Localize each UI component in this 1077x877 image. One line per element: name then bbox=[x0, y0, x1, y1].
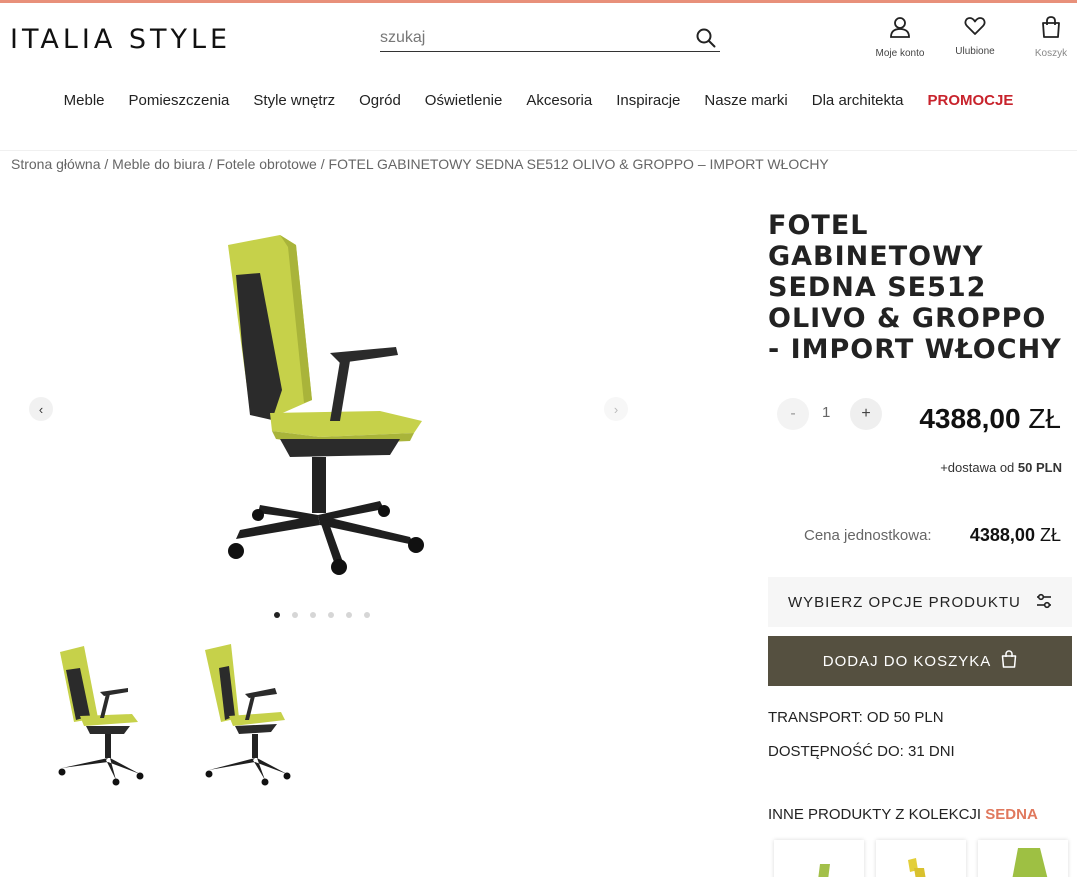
price-amount: 4388,00 bbox=[919, 403, 1021, 434]
nav-item-meble[interactable]: Meble bbox=[52, 92, 117, 109]
delivery-prefix: +dostawa od bbox=[940, 460, 1015, 475]
unit-price-label: Cena jednostkowa: bbox=[804, 527, 932, 544]
unit-price: 4388,00 ZŁ bbox=[970, 525, 1061, 546]
gallery-dot[interactable] bbox=[346, 612, 352, 618]
collection-heading: INNE PRODUKTY Z KOLEKCJI SEDNA bbox=[768, 806, 1038, 823]
gallery-dot[interactable] bbox=[292, 612, 298, 618]
gallery-pagination bbox=[274, 612, 370, 618]
cart-link[interactable]: Koszyk bbox=[1016, 16, 1077, 59]
collection-product-image bbox=[1012, 848, 1048, 877]
nav-item-pomieszczenia[interactable]: Pomieszczenia bbox=[117, 92, 242, 109]
cart-label: Koszyk bbox=[1034, 48, 1068, 59]
gallery-dot[interactable] bbox=[310, 612, 316, 618]
delivery-info: +dostawa od 50 PLN bbox=[940, 460, 1062, 475]
favorites-label: Ulubione bbox=[955, 46, 995, 57]
price-currency: ZŁ bbox=[1028, 403, 1061, 434]
nav-item-inspiracje[interactable]: Inspiracje bbox=[604, 92, 692, 109]
product-title: FOTEL GABINETOWY SEDNA SE512 OLIVO & GRO… bbox=[768, 210, 1062, 365]
account-label: Moje konto bbox=[875, 48, 925, 59]
user-icon bbox=[889, 17, 911, 42]
collection-product-image bbox=[818, 864, 830, 877]
add-to-cart-label: DODAJ DO KOSZYKA bbox=[822, 652, 992, 670]
collection-heading-prefix: INNE PRODUKTY Z KOLEKCJI bbox=[768, 806, 982, 823]
search-icon[interactable] bbox=[696, 28, 716, 53]
choose-options-label: WYBIERZ OPCJE PRODUKTU bbox=[788, 593, 1021, 611]
product-main-image[interactable] bbox=[200, 225, 440, 585]
quantity-value[interactable]: 1 bbox=[822, 404, 830, 421]
collection-product-card[interactable] bbox=[774, 840, 864, 877]
nav-item-ogrod[interactable]: Ogród bbox=[347, 92, 413, 109]
top-accent-line bbox=[0, 0, 1077, 3]
nav-item-oswietlenie[interactable]: Oświetlenie bbox=[413, 92, 515, 109]
gallery-dot[interactable] bbox=[328, 612, 334, 618]
unit-price-currency: ZŁ bbox=[1039, 525, 1061, 545]
nav-divider bbox=[0, 150, 1077, 151]
heart-icon bbox=[964, 17, 986, 40]
chair-thumbnail-image bbox=[205, 644, 291, 786]
product-price: 4388,00 ZŁ bbox=[919, 403, 1061, 435]
nav-item-dla-architekta[interactable]: Dla architekta bbox=[800, 92, 916, 109]
search-bar bbox=[380, 26, 720, 52]
collection-name-link[interactable]: SEDNA bbox=[985, 806, 1038, 823]
brand-logo[interactable]: ITALIA STYLE bbox=[10, 24, 231, 55]
favorites-link[interactable]: Ulubione bbox=[940, 16, 1010, 57]
gallery-thumbnail[interactable] bbox=[50, 640, 150, 790]
collection-product-card[interactable] bbox=[876, 840, 966, 877]
nav-item-nasze-marki[interactable]: Nasze marki bbox=[692, 92, 799, 109]
nav-item-akcesoria[interactable]: Akcesoria bbox=[514, 92, 604, 109]
chair-thumbnail-image bbox=[58, 646, 144, 786]
bag-icon bbox=[1041, 16, 1061, 42]
nav-item-style-wnetrz[interactable]: Style wnętrz bbox=[241, 92, 347, 109]
collection-product-card[interactable] bbox=[978, 840, 1068, 877]
transport-info: TRANSPORT: OD 50 PLN bbox=[768, 709, 944, 726]
nav-item-promocje[interactable]: PROMOCJE bbox=[915, 92, 1025, 109]
add-to-cart-button[interactable]: DODAJ DO KOSZYKA bbox=[768, 636, 1072, 686]
breadcrumb[interactable]: Strona główna / Meble do biura / Fotele … bbox=[11, 156, 829, 172]
search-input[interactable] bbox=[380, 26, 680, 50]
gallery-dot[interactable] bbox=[364, 612, 370, 618]
sliders-icon bbox=[1036, 593, 1052, 613]
main-nav: Meble Pomieszczenia Style wnętrz Ogród O… bbox=[0, 92, 1077, 109]
unit-price-amount: 4388,00 bbox=[969, 525, 1035, 545]
delivery-value: 50 PLN bbox=[1017, 460, 1062, 475]
account-link[interactable]: Moje konto bbox=[865, 16, 935, 59]
quantity-decrease-button[interactable]: - bbox=[777, 398, 809, 430]
gallery-prev-button[interactable]: ‹ bbox=[29, 397, 53, 421]
gallery-next-button[interactable]: › bbox=[604, 397, 628, 421]
chair-illustration bbox=[228, 235, 424, 575]
gallery-dot[interactable] bbox=[274, 612, 280, 618]
quantity-increase-button[interactable]: + bbox=[850, 398, 882, 430]
choose-options-button[interactable]: WYBIERZ OPCJE PRODUKTU bbox=[768, 577, 1072, 627]
gallery-thumbnail[interactable] bbox=[195, 640, 295, 790]
collection-product-image bbox=[908, 858, 926, 877]
availability-info: DOSTĘPNOŚĆ DO: 31 DNI bbox=[768, 743, 955, 760]
bag-icon bbox=[1001, 650, 1017, 672]
